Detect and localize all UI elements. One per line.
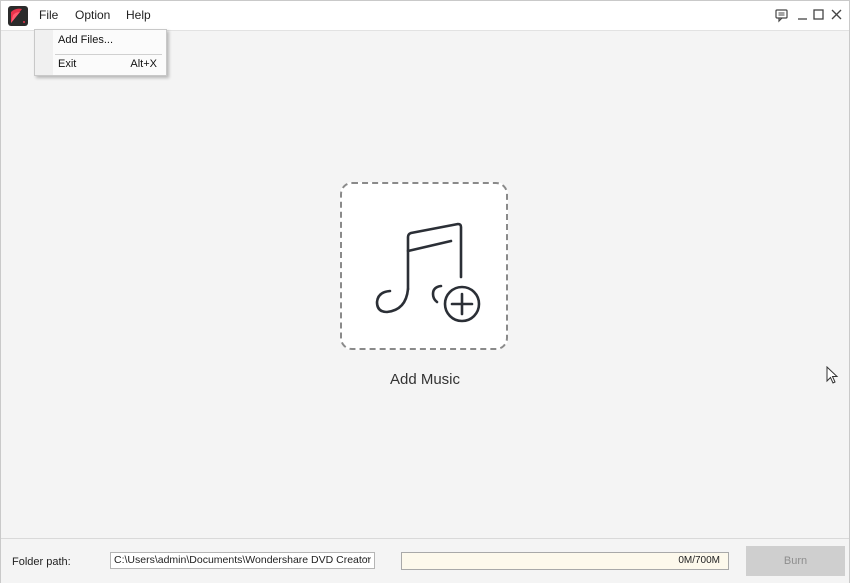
menu-file[interactable]: File	[39, 8, 58, 22]
folder-path-input[interactable]: C:\Users\admin\Documents\Wondershare DVD…	[110, 552, 375, 569]
menu-item-exit[interactable]: Exit	[58, 58, 76, 70]
menu-help[interactable]: Help	[126, 8, 151, 22]
close-icon[interactable]	[829, 7, 845, 23]
minimize-icon[interactable]	[795, 7, 811, 23]
music-note-add-icon	[375, 222, 481, 323]
menu-separator	[55, 54, 162, 55]
add-music-drop-zone[interactable]	[340, 182, 508, 350]
add-music-label[interactable]: Add Music	[341, 371, 509, 388]
capacity-text: 0M/700M	[678, 555, 720, 566]
menu-option[interactable]: Option	[75, 8, 110, 22]
file-menu-dropdown: Add Files... Exit Alt+X	[34, 29, 167, 76]
menu-item-add-files[interactable]: Add Files...	[58, 34, 113, 46]
feedback-icon[interactable]	[774, 7, 790, 23]
burn-button[interactable]: Burn	[746, 546, 845, 576]
app-window: File Option Help Add Music Folder path: …	[0, 0, 850, 583]
browse-folder-button[interactable]: ···	[359, 552, 370, 564]
footer-bar: Folder path: C:\Users\admin\Documents\Wo…	[1, 538, 849, 583]
menu-gutter	[35, 30, 53, 75]
mouse-cursor-icon	[826, 366, 839, 384]
title-bar: File Option Help	[1, 1, 849, 31]
maximize-icon[interactable]	[811, 7, 827, 23]
disc-capacity-bar: 0M/700M	[401, 552, 729, 570]
folder-path-label: Folder path:	[12, 556, 71, 568]
menu-item-exit-shortcut: Alt+X	[130, 58, 157, 70]
app-logo-icon	[8, 6, 28, 26]
